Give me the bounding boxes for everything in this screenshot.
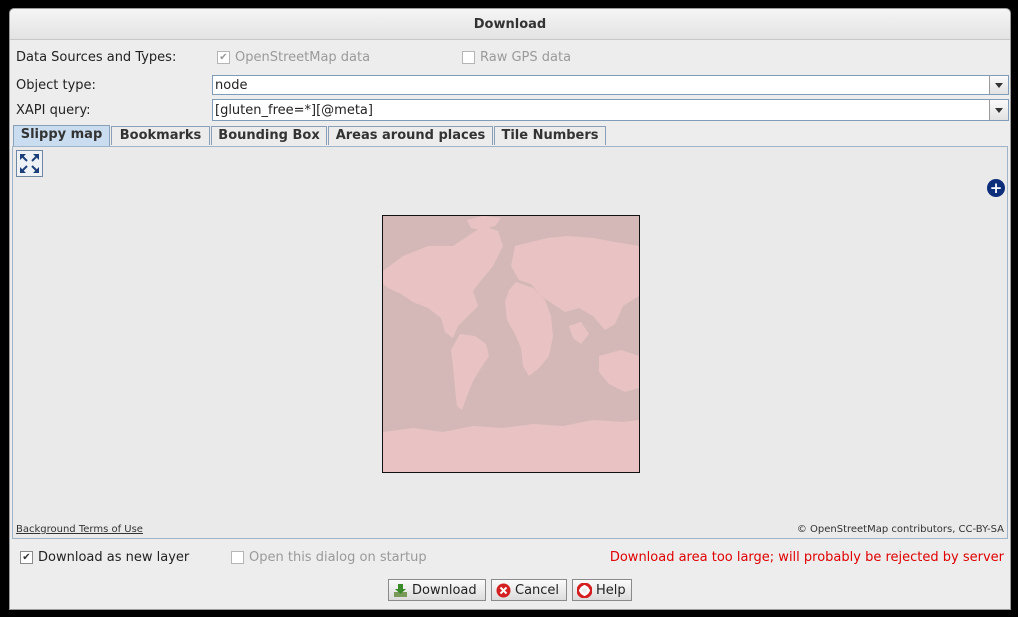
data-sources-label: Data Sources and Types: — [16, 50, 177, 65]
object-type-combo[interactable]: node — [212, 75, 1009, 95]
xapi-query-combo[interactable]: [gluten_free=*][@meta] — [212, 99, 1009, 121]
tab-bookmarks[interactable]: Bookmarks — [111, 126, 210, 145]
raw-gps-checkbox[interactable]: Raw GPS data — [462, 50, 571, 65]
tab-bounding-box[interactable]: Bounding Box — [211, 126, 327, 145]
xapi-query-label: XAPI query: — [16, 103, 91, 118]
tab-tile-numbers[interactable]: Tile Numbers — [494, 126, 606, 145]
cancel-icon — [496, 583, 511, 597]
map-attribution: © OpenStreetMap contributors, CC-BY-SA — [796, 524, 1004, 535]
download-icon — [394, 583, 407, 597]
download-button[interactable]: Download — [388, 579, 486, 601]
world-map-tile[interactable] — [382, 215, 640, 473]
xapi-query-value: [gluten_free=*][@meta] — [215, 103, 373, 118]
chevron-down-icon[interactable] — [989, 100, 1008, 120]
osm-data-label: OpenStreetMap data — [235, 50, 371, 65]
background-terms-link[interactable]: Background Terms of Use — [16, 524, 143, 535]
download-dialog: Download Data Sources and Types: ✔ OpenS… — [9, 8, 1011, 610]
checkmark-icon: ✔ — [217, 51, 230, 64]
object-type-value: node — [215, 78, 248, 93]
expand-icon — [20, 154, 39, 173]
map-tile-image — [383, 216, 639, 472]
slippy-map-panel[interactable]: + Background Terms of Use © OpenStreetMa… — [12, 146, 1008, 539]
download-as-new-layer-label: Download as new layer — [38, 550, 190, 565]
help-button[interactable]: Help — [572, 579, 632, 601]
lifebuoy-help-icon — [577, 582, 592, 598]
download-button-label: Download — [412, 582, 477, 598]
download-as-new-layer-checkbox[interactable]: ✔ Download as new layer — [20, 550, 189, 565]
tab-slippy-map[interactable]: Slippy map — [13, 125, 110, 146]
checkbox-empty-icon — [231, 551, 244, 564]
chevron-down-icon[interactable] — [989, 76, 1008, 94]
open-on-startup-checkbox[interactable]: Open this dialog on startup — [231, 550, 427, 565]
area-too-large-warning: Download area too large; will probably b… — [609, 550, 1004, 565]
checkmark-icon: ✔ — [20, 551, 33, 564]
help-button-label: Help — [596, 582, 626, 598]
object-type-label: Object type: — [16, 78, 96, 93]
checkbox-empty-icon — [462, 51, 475, 64]
open-on-startup-label: Open this dialog on startup — [249, 550, 427, 565]
tab-areas-around-places[interactable]: Areas around places — [328, 126, 493, 145]
osm-data-checkbox[interactable]: ✔ OpenStreetMap data — [217, 50, 370, 65]
window-title: Download — [10, 9, 1010, 40]
cancel-button[interactable]: Cancel — [491, 579, 567, 601]
cancel-button-label: Cancel — [515, 582, 560, 598]
raw-gps-label: Raw GPS data — [480, 50, 572, 65]
fullscreen-toggle-button[interactable] — [16, 150, 43, 177]
zoom-in-icon[interactable]: + — [987, 179, 1005, 197]
